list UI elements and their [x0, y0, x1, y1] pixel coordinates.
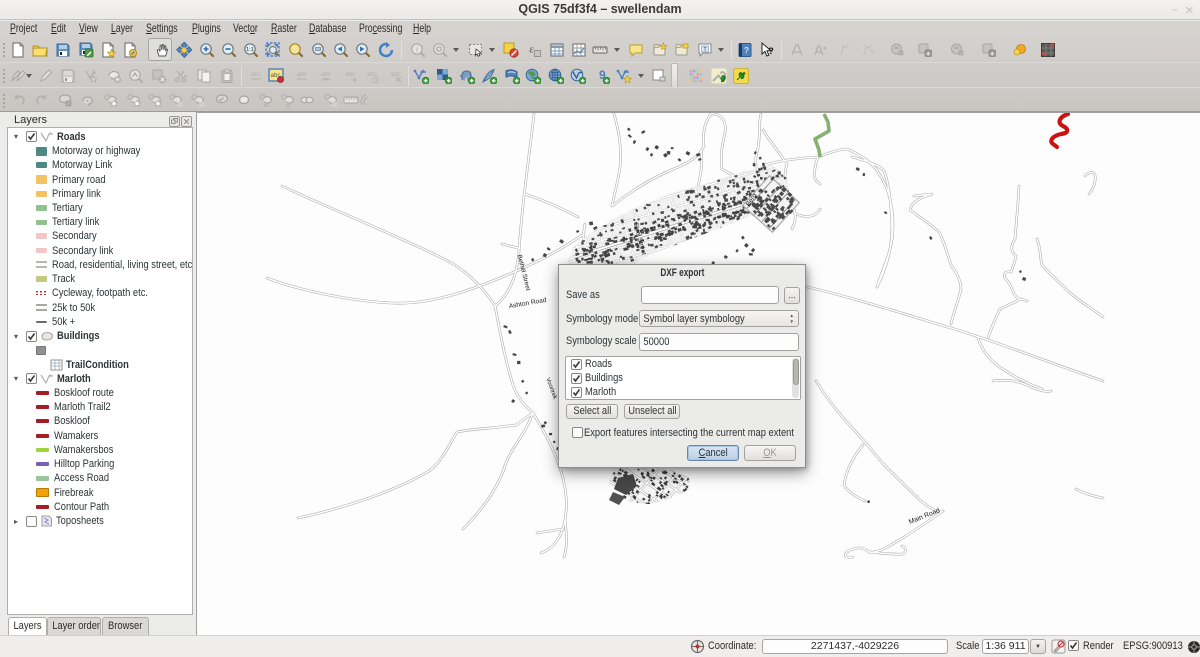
- svg-text:Bethel Street: Bethel Street: [516, 254, 532, 292]
- svg-text:i: i: [416, 46, 418, 54]
- svg-text:?: ?: [744, 45, 749, 55]
- svg-text:?: ?: [768, 46, 774, 56]
- svg-text:abc: abc: [297, 72, 307, 78]
- svg-text:Voortrek: Voortrek: [544, 377, 558, 401]
- svg-text:abc: abc: [251, 72, 261, 78]
- svg-text:Ashton Road: Ashton Road: [508, 297, 547, 311]
- svg-text:1:1: 1:1: [246, 47, 254, 53]
- svg-text:abc: abc: [390, 72, 400, 78]
- svg-text:ε: ε: [529, 44, 534, 56]
- svg-text:abc: abc: [345, 72, 355, 78]
- svg-text:abc: abc: [321, 72, 331, 78]
